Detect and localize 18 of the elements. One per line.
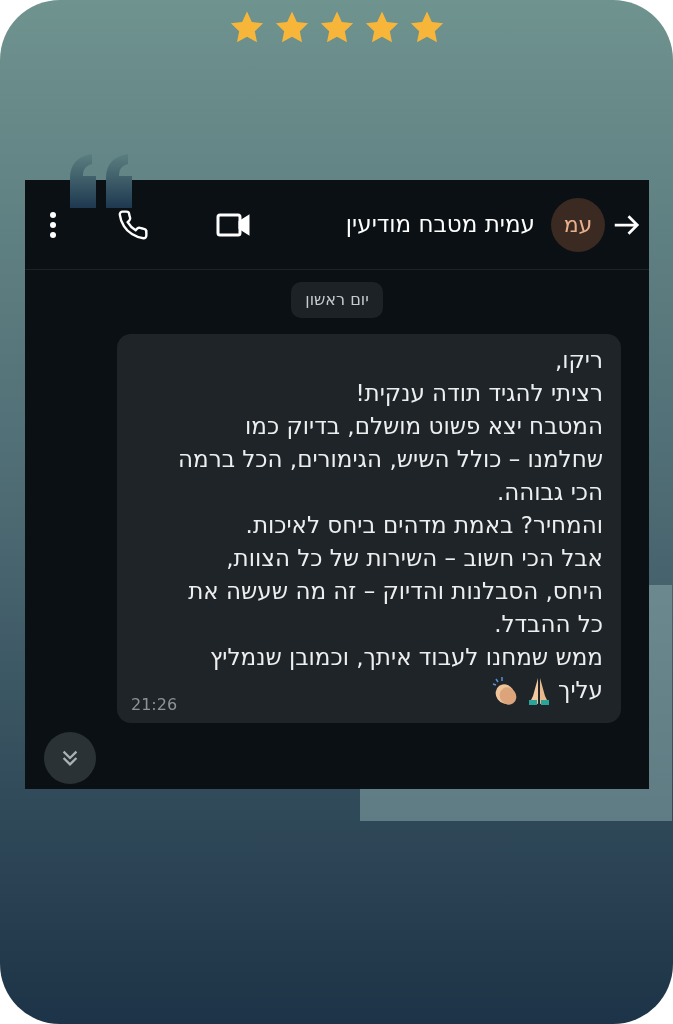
- avatar[interactable]: עמ: [551, 197, 605, 252]
- message-line: והמחיר? באמת מדהים ביחס לאיכות.: [245, 511, 603, 540]
- message-line: ריקו,: [554, 346, 603, 375]
- phone-icon[interactable]: [117, 208, 149, 241]
- date-chip: יום ראשון: [291, 282, 383, 318]
- message-time: 21:26: [131, 695, 178, 715]
- scroll-down-button[interactable]: [44, 732, 96, 784]
- message-line: הכי גבוהה.: [496, 478, 603, 507]
- message-line: כל ההבדל.: [494, 610, 603, 639]
- message-line: ממש שמחנו לעבוד איתך, וכמובן שנמליץ: [209, 643, 603, 672]
- message-line: שחלמנו – כולל השיש, הגימורים, הכל ברמה: [178, 445, 603, 474]
- message-line: עליך: [558, 676, 603, 705]
- contact-name[interactable]: עמית מטבח מודיעין: [345, 207, 535, 242]
- message-line: אבל הכי חשוב – השירות של כל הצוות,: [226, 544, 603, 573]
- message-line: המטבח יצא פשוט מושלם, בדיוק כמו: [245, 412, 603, 441]
- more-options-icon[interactable]: [49, 209, 57, 240]
- message-line: היחס, הסבלנות והדיוק – זה מה שעשה את: [188, 577, 603, 606]
- message-line: רציתי להגיד תודה ענקית!: [355, 379, 603, 408]
